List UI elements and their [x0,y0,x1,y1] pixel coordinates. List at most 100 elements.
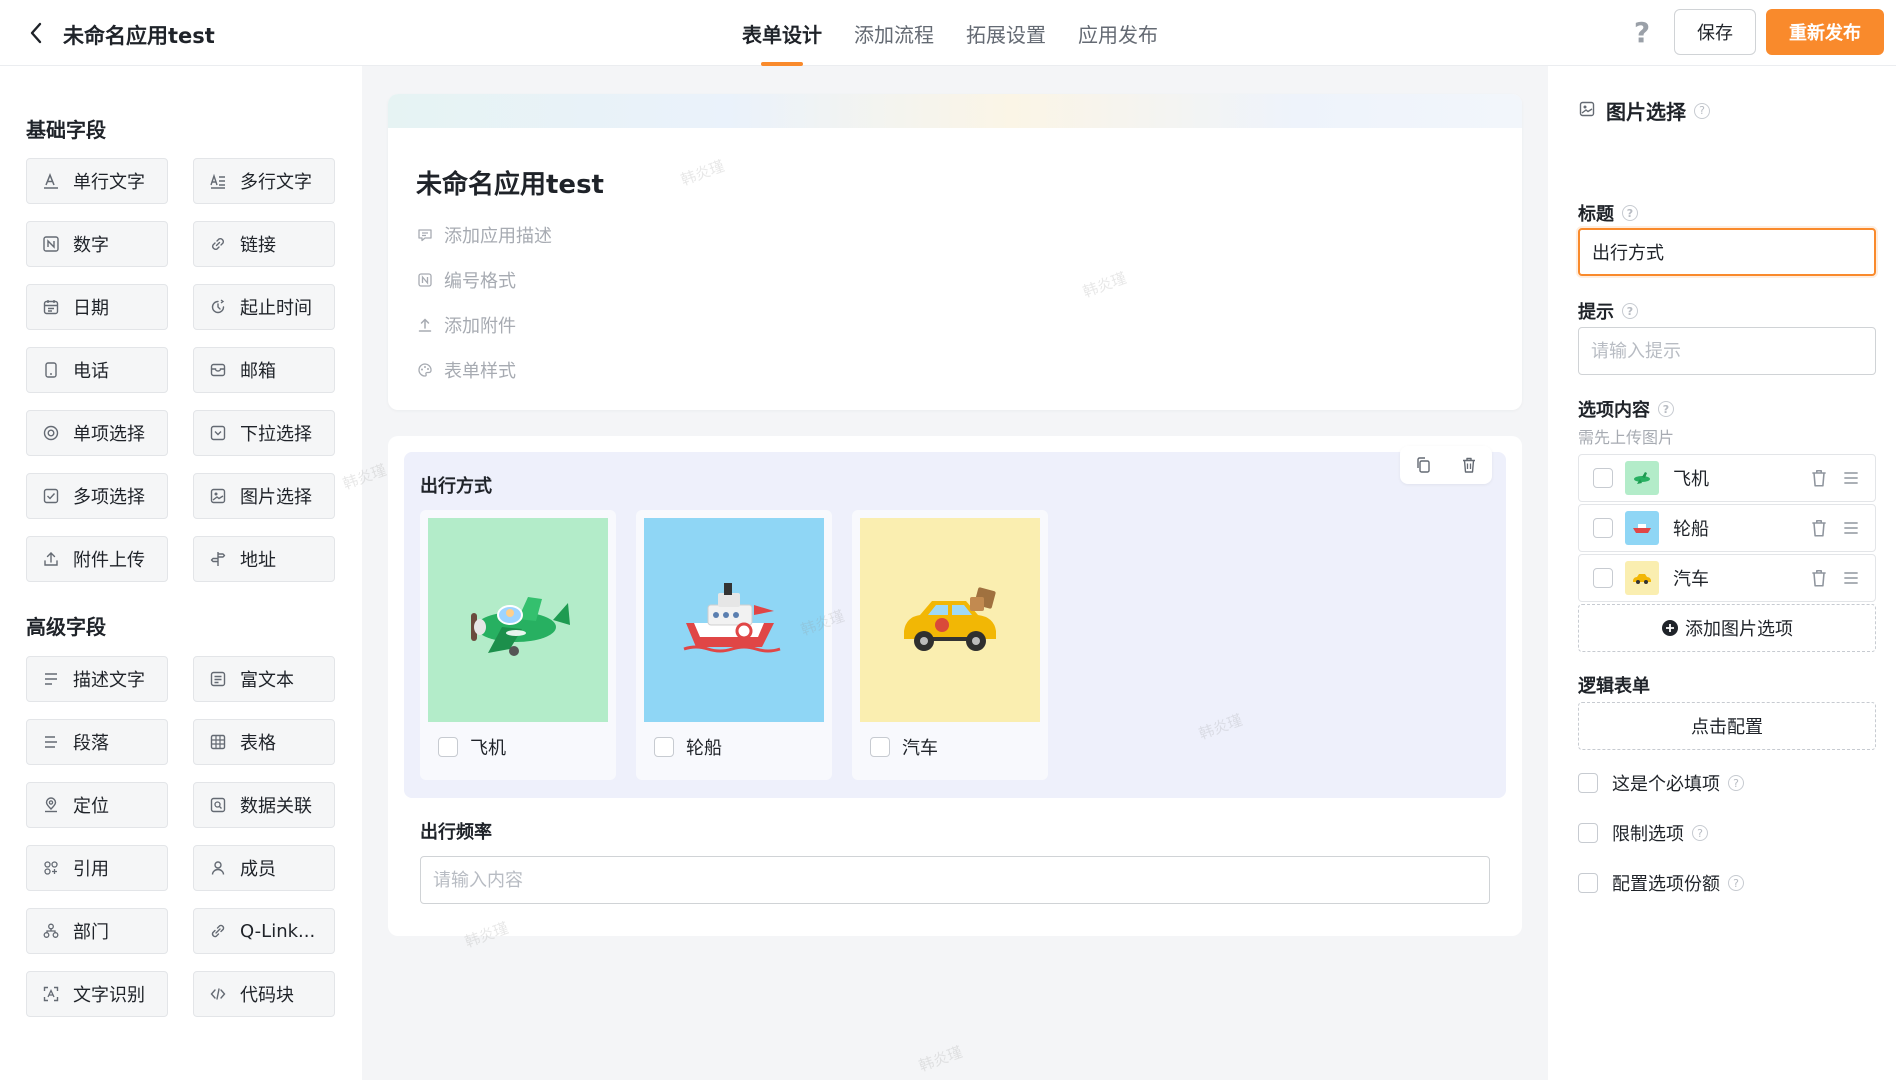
image-option-airplane[interactable]: 飞机 [420,510,616,780]
option-quota-check-row[interactable]: 配置选项份额 ? [1578,870,1744,896]
configure-logic-button[interactable]: 点击配置 [1578,702,1876,750]
advanced-fields-title: 高级字段 [26,615,106,639]
tab-form-design[interactable]: 表单设计 [726,0,838,66]
help-icon[interactable]: ? [1628,16,1656,49]
field-date[interactable]: 日期 [26,284,168,330]
option-checkbox[interactable] [654,737,674,757]
option-item-airplane: 飞机 [1578,454,1876,502]
limit-options-check-row[interactable]: 限制选项 ? [1578,820,1708,846]
form-title[interactable]: 未命名应用test [416,164,604,201]
image-option-ship[interactable]: 轮船 [636,510,832,780]
field-single-choice[interactable]: 单项选择 [26,410,168,456]
mail-icon [208,360,228,380]
required-check-row[interactable]: 这是个必填项 ? [1578,770,1744,796]
field-reference[interactable]: 引用 [26,845,168,891]
field-rich-text[interactable]: 富文本 [193,656,335,702]
field-location[interactable]: 定位 [26,782,168,828]
copy-icon[interactable] [1411,453,1435,477]
save-button[interactable]: 保存 [1674,9,1756,55]
delete-icon[interactable] [1809,568,1829,588]
properties-panel: 图片选择 ? 标题 ? 提示 ? 选项内容 ? 需先上传图片 飞机 轮船 汽车 [1548,66,1896,1080]
option-item-car: 汽车 [1578,554,1876,602]
add-attachment-link[interactable]: 添加附件 [416,312,516,338]
field-department[interactable]: 部门 [26,908,168,954]
tab-extension-settings[interactable]: 拓展设置 [950,0,1062,66]
field-dropdown[interactable]: 下拉选择 [193,410,335,456]
field-multi-choice[interactable]: 多项选择 [26,473,168,519]
add-description-link[interactable]: 添加应用描述 [416,222,552,248]
drag-handle-icon[interactable] [1841,518,1861,538]
field-palette: 基础字段 单行文字 多行文字 数字 链接 日期 起止时间 电话 邮箱 单项选择 … [0,66,362,1080]
help-circle-icon[interactable]: ? [1622,205,1638,221]
number-format-link[interactable]: 编号格式 [416,267,516,293]
airplane-image [428,518,608,722]
comment-icon [416,226,434,244]
field-label-travel-frequency: 出行频率 [420,822,492,843]
help-circle-icon[interactable]: ? [1658,401,1674,417]
delete-icon[interactable] [1457,453,1481,477]
options-subtitle: 需先上传图片 [1578,428,1675,447]
field-member[interactable]: 成员 [193,845,335,891]
tab-add-flow[interactable]: 添加流程 [838,0,950,66]
travel-frequency-input[interactable] [420,856,1490,904]
image-option-car[interactable]: 汽车 [852,510,1048,780]
option-label: 汽车 [1673,569,1709,590]
help-circle-icon[interactable]: ? [1728,875,1744,891]
field-data-link[interactable]: 数据关联 [193,782,335,828]
field-single-line-text[interactable]: 单行文字 [26,158,168,204]
watermark: 韩炎瑾 [916,1042,965,1076]
code-icon [208,984,228,1004]
form-style-link[interactable]: 表单样式 [416,357,516,383]
airplane-thumbnail [1625,461,1659,495]
field-email[interactable]: 邮箱 [193,347,335,393]
field-number[interactable]: 数字 [26,221,168,267]
field-image-choice[interactable]: 图片选择 [193,473,335,519]
delete-icon[interactable] [1809,468,1829,488]
field-table[interactable]: 表格 [193,719,335,765]
field-attachment-upload[interactable]: 附件上传 [26,536,168,582]
title-input[interactable] [1578,228,1876,276]
form-canvas: 未命名应用test 添加应用描述 编号格式 添加附件 表单样式 出行方式 飞机 … [340,66,1629,1080]
hint-input[interactable] [1578,327,1876,375]
option-checkbox[interactable] [1593,568,1613,588]
field-link[interactable]: 链接 [193,221,335,267]
description-icon [41,669,61,689]
limit-options-checkbox[interactable] [1578,823,1598,843]
delete-icon[interactable] [1809,518,1829,538]
dropdown-icon [208,423,228,443]
selected-image-choice-field[interactable]: 出行方式 飞机 轮船 汽车 [404,446,1506,798]
field-paragraph[interactable]: 段落 [26,719,168,765]
help-circle-icon[interactable]: ? [1622,303,1638,319]
required-checkbox[interactable] [1578,773,1598,793]
field-ocr[interactable]: 文字识别 [26,971,168,1017]
help-circle-icon[interactable]: ? [1728,775,1744,791]
field-multi-line-text[interactable]: 多行文字 [193,158,335,204]
option-checkbox[interactable] [870,737,890,757]
field-description-text[interactable]: 描述文字 [26,656,168,702]
option-quota-checkbox[interactable] [1578,873,1598,893]
republish-button[interactable]: 重新发布 [1766,9,1884,55]
field-address[interactable]: 地址 [193,536,335,582]
help-circle-icon[interactable]: ? [1694,102,1710,119]
image-icon [208,486,228,506]
field-code-block[interactable]: 代码块 [193,971,335,1017]
back-arrow-icon[interactable] [22,19,50,47]
logic-form-label: 逻辑表单 [1578,676,1650,697]
option-checkbox[interactable] [1593,468,1613,488]
address-icon [208,549,228,569]
option-checkbox[interactable] [438,737,458,757]
car-thumbnail [1625,561,1659,595]
number-format-icon [416,271,434,289]
help-circle-icon[interactable]: ? [1692,825,1708,841]
field-phone[interactable]: 电话 [26,347,168,393]
q-link-icon [208,921,228,941]
number-icon [41,234,61,254]
option-checkbox[interactable] [1593,518,1613,538]
field-q-link[interactable]: Q-Link... [193,908,335,954]
drag-handle-icon[interactable] [1841,468,1861,488]
tab-app-publish[interactable]: 应用发布 [1062,0,1174,66]
field-time-range[interactable]: 起止时间 [193,284,335,330]
add-image-option-button[interactable]: 添加图片选项 [1578,604,1876,652]
drag-handle-icon[interactable] [1841,568,1861,588]
ship-thumbnail [1625,511,1659,545]
